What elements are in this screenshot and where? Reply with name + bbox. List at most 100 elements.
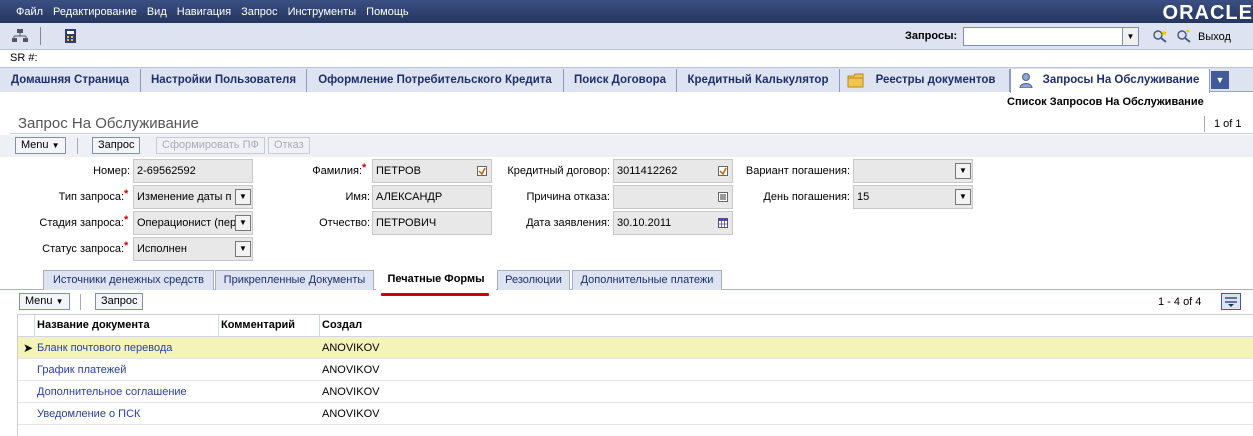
service-request-list-link[interactable]: Список Запросов На Обслуживание	[1007, 96, 1204, 108]
table-row[interactable]: Дополнительное соглашение ANOVIKOV	[18, 381, 1253, 403]
chevron-down-icon[interactable]: ▼	[1122, 28, 1138, 45]
document-link[interactable]: Уведомление о ПСК	[37, 408, 140, 420]
search-icon[interactable]	[1176, 29, 1192, 43]
request-type-label: Тип запроса:	[58, 191, 124, 203]
menu-query[interactable]: Запрос	[241, 6, 277, 18]
tab-consumer-credit[interactable]: Оформление Потребительского Кредита	[307, 69, 564, 92]
author-cell: ANOVIKOV	[322, 342, 380, 354]
tab-user-settings[interactable]: Настройки Пользователя	[141, 69, 307, 92]
chevron-down-icon[interactable]: ▼	[235, 215, 251, 231]
app-date-value: 30.10.2011	[617, 217, 672, 229]
number-field[interactable]: 2-69562592	[133, 159, 253, 183]
sitemap-icon[interactable]	[12, 29, 28, 43]
tab-service-requests[interactable]: Запросы На Обслуживание	[1010, 69, 1210, 93]
title-divider	[10, 133, 1253, 134]
magic-search-icon[interactable]	[1152, 29, 1168, 43]
repay-day-label: День погашения:	[763, 191, 850, 203]
query-button[interactable]: Запрос	[92, 137, 141, 154]
contract-label: Кредитный договор:	[507, 165, 610, 177]
chevron-down-icon[interactable]: ▼	[235, 241, 251, 257]
list-query-button[interactable]: Запрос	[95, 293, 144, 310]
print-forms-table: Название документа Комментарий Создал ➤ …	[17, 314, 1253, 436]
request-stage-value: Операционист (пер	[137, 217, 237, 229]
request-type-select[interactable]: Изменение даты п ▼	[133, 185, 253, 209]
required-marker: *	[124, 214, 129, 226]
app-date-field[interactable]: 30.10.2011	[613, 211, 733, 235]
contract-field[interactable]: 3011412262	[613, 159, 733, 183]
column-header-comment[interactable]: Комментарий	[221, 319, 295, 331]
list-menu-button[interactable]: Menu ▼	[19, 293, 70, 310]
repay-variant-select[interactable]: ▼	[853, 159, 973, 183]
column-separator	[34, 315, 35, 337]
list-menu-label: Menu	[25, 295, 53, 307]
menu-view[interactable]: Вид	[147, 6, 167, 18]
subtab-attached-docs[interactable]: Прикрепленные Документы	[215, 270, 374, 290]
column-separator	[218, 315, 219, 337]
tab-document-registers[interactable]: Реестры документов	[840, 69, 1010, 92]
document-link[interactable]: График платежей	[37, 364, 126, 376]
expand-list-icon[interactable]	[1221, 293, 1241, 310]
picker-icon[interactable]	[718, 166, 728, 176]
required-marker: *	[124, 240, 129, 252]
document-link[interactable]: Дополнительное соглашение	[37, 386, 187, 398]
chevron-down-icon[interactable]: ▼	[955, 189, 971, 205]
reject-button[interactable]: Отказ	[268, 137, 310, 154]
menu-button[interactable]: Menu ▼	[15, 137, 66, 154]
subtab-resolutions[interactable]: Резолюции	[497, 270, 570, 290]
column-header-author[interactable]: Создал	[322, 319, 362, 331]
request-stage-label: Стадия запроса:	[39, 217, 124, 229]
chevron-down-icon[interactable]: ▼	[955, 163, 971, 179]
app-date-label: Дата заявления:	[526, 217, 610, 229]
count-separator	[1204, 116, 1205, 132]
request-status-select[interactable]: Исполнен ▼	[133, 237, 253, 261]
exit-link[interactable]: Выход	[1198, 31, 1231, 43]
subtab-extra-payments[interactable]: Дополнительные платежи	[572, 270, 722, 290]
required-marker: *	[124, 188, 129, 200]
table-row[interactable]: ➤ Бланк почтового перевода ANOVIKOV	[18, 337, 1253, 359]
generate-pf-button[interactable]: Сформировать ПФ	[156, 137, 265, 154]
firstname-field[interactable]: АЛЕКСАНДР	[372, 185, 492, 209]
number-label: Номер:	[93, 165, 130, 177]
button-separator	[77, 138, 78, 154]
author-cell: ANOVIKOV	[322, 364, 380, 376]
picker-icon[interactable]	[477, 166, 487, 176]
chevron-down-icon[interactable]: ▼	[235, 189, 251, 205]
tab-contract-search[interactable]: Поиск Договора	[564, 69, 677, 92]
reject-reason-field[interactable]	[613, 185, 733, 209]
menu-tools[interactable]: Инструменты	[288, 6, 357, 18]
menu-help[interactable]: Помощь	[366, 6, 409, 18]
menu-navigation[interactable]: Навигация	[177, 6, 231, 18]
author-cell: ANOVIKOV	[322, 386, 380, 398]
tab-home[interactable]: Домашняя Страница	[0, 69, 141, 92]
menu-edit[interactable]: Редактирование	[53, 6, 137, 18]
toolbar-separator	[40, 27, 41, 45]
sr-number-label: SR #:	[10, 52, 38, 64]
lastname-value: ПЕТРОВ	[376, 165, 421, 177]
chevron-down-icon: ▼	[51, 141, 60, 150]
calendar-icon[interactable]	[718, 218, 728, 228]
firstname-label: Имя:	[345, 191, 370, 203]
repay-day-select[interactable]: 15 ▼	[853, 185, 973, 209]
subtab-funding-sources[interactable]: Источники денежных средств	[43, 270, 214, 290]
firstname-value: АЛЕКСАНДР	[376, 191, 443, 203]
document-link[interactable]: Бланк почтового перевода	[37, 342, 172, 354]
middlename-label: Отчество:	[319, 217, 370, 229]
lastname-field[interactable]: ПЕТРОВ	[372, 159, 492, 183]
menu-file[interactable]: Файл	[16, 6, 43, 18]
more-tabs-icon[interactable]: ▼	[1211, 71, 1229, 89]
repay-variant-label: Вариант погашения:	[745, 165, 850, 177]
active-tab-underline	[381, 293, 489, 296]
table-row[interactable]: График платежей ANOVIKOV	[18, 359, 1253, 381]
middlename-field[interactable]: ПЕТРОВИЧ	[372, 211, 492, 235]
request-type-value: Изменение даты п	[137, 191, 232, 203]
middlename-value: ПЕТРОВИЧ	[376, 217, 437, 229]
table-row[interactable]: Уведомление о ПСК ANOVIKOV	[18, 403, 1253, 425]
tab-credit-calculator[interactable]: Кредитный Калькулятор	[677, 69, 840, 92]
screen-tabs: Домашняя Страница Настройки Пользователя…	[0, 67, 1253, 93]
calculator-icon[interactable]	[63, 29, 79, 43]
request-stage-select[interactable]: Операционист (пер ▼	[133, 211, 253, 235]
subtab-print-forms[interactable]: Печатные Формы	[376, 270, 496, 290]
list-picker-icon[interactable]	[718, 192, 728, 202]
requests-select[interactable]: ▼	[963, 27, 1139, 46]
column-header-name[interactable]: Название документа	[37, 319, 150, 331]
